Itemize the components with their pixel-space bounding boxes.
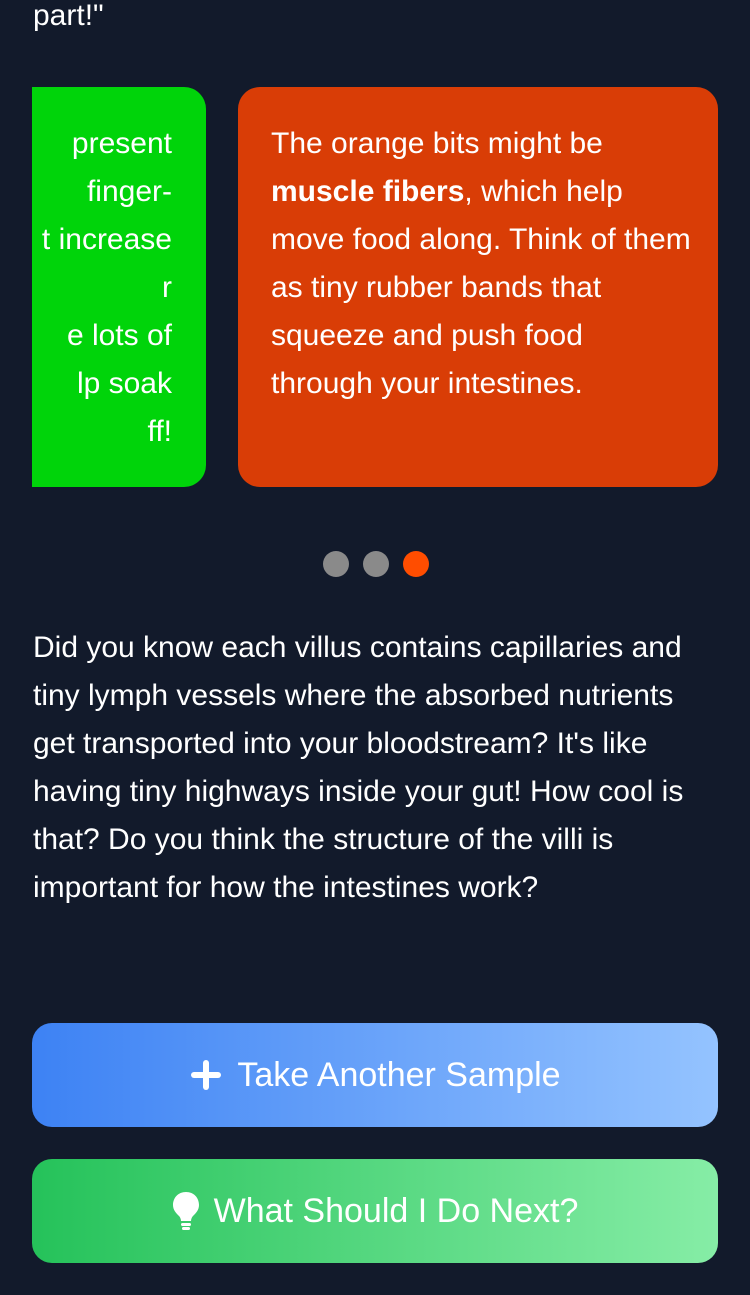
previous-message-tail: part!" [33, 0, 104, 32]
explanation-paragraph: Did you know each villus contains capill… [33, 631, 684, 904]
info-card-orange-text: The orange bits might be muscle fibers, … [271, 120, 691, 408]
pagination-dot-2[interactable] [363, 551, 389, 577]
card-line: present [71, 127, 172, 160]
plus-icon [189, 1058, 223, 1092]
card-line: e lots of [66, 319, 172, 352]
info-card-carousel[interactable]: present finger- t increase r e lots of l… [0, 87, 750, 487]
page: part!" present finger- t increase r e lo… [0, 0, 750, 1295]
carousel-pagination [323, 551, 429, 577]
info-card-green-text: present finger- t increase r e lots of l… [32, 120, 172, 456]
info-card-green[interactable]: present finger- t increase r e lots of l… [32, 87, 206, 487]
card-line: finger- [86, 175, 172, 208]
card-line: t increase [41, 223, 172, 256]
card-line: r [162, 271, 172, 304]
what-should-i-do-next-button[interactable]: What Should I Do Next? [32, 1159, 718, 1263]
card-text-after: , which help move food along. Think of t… [271, 175, 691, 400]
lightbulb-icon [172, 1191, 200, 1231]
pagination-dot-3-active[interactable] [403, 551, 429, 577]
what-should-i-do-next-label: What Should I Do Next? [213, 1191, 579, 1230]
take-another-sample-button[interactable]: Take Another Sample [32, 1023, 718, 1127]
card-line: ff! [147, 415, 172, 448]
card-text-bold: muscle fibers [271, 175, 465, 208]
card-text-before: The orange bits might be [271, 127, 603, 160]
info-card-orange[interactable]: The orange bits might be muscle fibers, … [238, 87, 718, 487]
take-another-sample-label: Take Another Sample [237, 1055, 561, 1094]
card-line: lp soak [76, 367, 172, 400]
pagination-dot-1[interactable] [323, 551, 349, 577]
